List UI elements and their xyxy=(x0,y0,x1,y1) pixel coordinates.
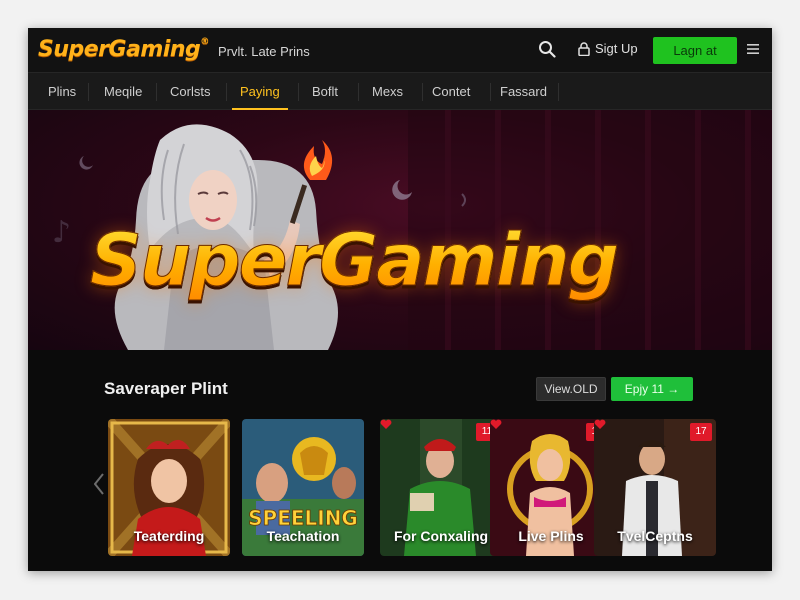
section-title: Saveraper Plint xyxy=(104,379,228,398)
tab-corlsts[interactable]: Corlsts xyxy=(162,73,218,110)
nav-divider xyxy=(88,83,89,101)
tab-paying[interactable]: Paying xyxy=(232,73,288,110)
nav-divider xyxy=(298,83,299,101)
game-card[interactable]: SPEELING Teachation xyxy=(242,419,364,556)
game-card[interactable]: 11 For Conxaling xyxy=(380,419,502,556)
search-icon[interactable] xyxy=(538,40,556,58)
tab-mexs[interactable]: Mexs xyxy=(364,73,411,110)
tagline: Prvlt. Late Prins xyxy=(218,44,310,59)
nav-divider xyxy=(226,83,227,101)
svg-text:♪: ♪ xyxy=(52,215,71,250)
game-card[interactable]: Teaterding xyxy=(108,419,230,556)
main-nav: Plins Meqile Corlsts Paying Boflt Mexs C… xyxy=(28,72,772,110)
play-button[interactable]: Epjy 11 → xyxy=(611,377,693,401)
logo[interactable]: SuperGaming® xyxy=(38,37,209,62)
heart-icon xyxy=(380,419,392,429)
nav-divider xyxy=(558,83,559,101)
badge: 17 xyxy=(690,423,712,441)
game-card[interactable]: 17 TvelCeptns xyxy=(594,419,716,556)
app-window: SuperGaming® Prvlt. Late Prins Sigt Up L… xyxy=(28,28,772,571)
view-all-button[interactable]: View.OLD xyxy=(536,377,606,401)
hero-banner[interactable]: ♪ SuperGaming xyxy=(28,110,772,350)
nav-divider xyxy=(490,83,491,101)
nav-divider xyxy=(358,83,359,101)
game-title: Teachation xyxy=(266,528,340,544)
logo-text: SuperGaming xyxy=(38,37,201,62)
tab-plins[interactable]: Plins xyxy=(40,73,84,110)
tab-meqile[interactable]: Meqile xyxy=(96,73,150,110)
logo-registered-mark: ® xyxy=(200,37,209,47)
hero-title: SuperGaming xyxy=(89,218,619,303)
game-title: For Conxaling xyxy=(393,528,489,544)
game-title: Teaterding xyxy=(133,528,205,544)
signup-label: Sigt Up xyxy=(595,41,638,56)
nav-divider xyxy=(156,83,157,101)
signup-link[interactable]: Sigt Up xyxy=(578,41,638,56)
carousel-prev-icon[interactable] xyxy=(94,473,104,495)
tab-fassard[interactable]: Fassard xyxy=(492,73,555,110)
tab-contet[interactable]: Contet xyxy=(424,73,478,110)
game-title: TvelCeptns xyxy=(617,528,693,544)
heart-icon xyxy=(490,419,502,429)
svg-text:SPEELING: SPEELING xyxy=(248,506,358,530)
lock-icon xyxy=(578,41,590,56)
top-bar: SuperGaming® Prvlt. Late Prins Sigt Up L… xyxy=(28,28,772,72)
hamburger-menu-icon[interactable] xyxy=(747,44,759,54)
login-button[interactable]: Lagn at xyxy=(653,37,737,64)
tab-boflt[interactable]: Boflt xyxy=(304,73,346,110)
heart-icon xyxy=(594,419,606,429)
nav-divider xyxy=(422,83,423,101)
